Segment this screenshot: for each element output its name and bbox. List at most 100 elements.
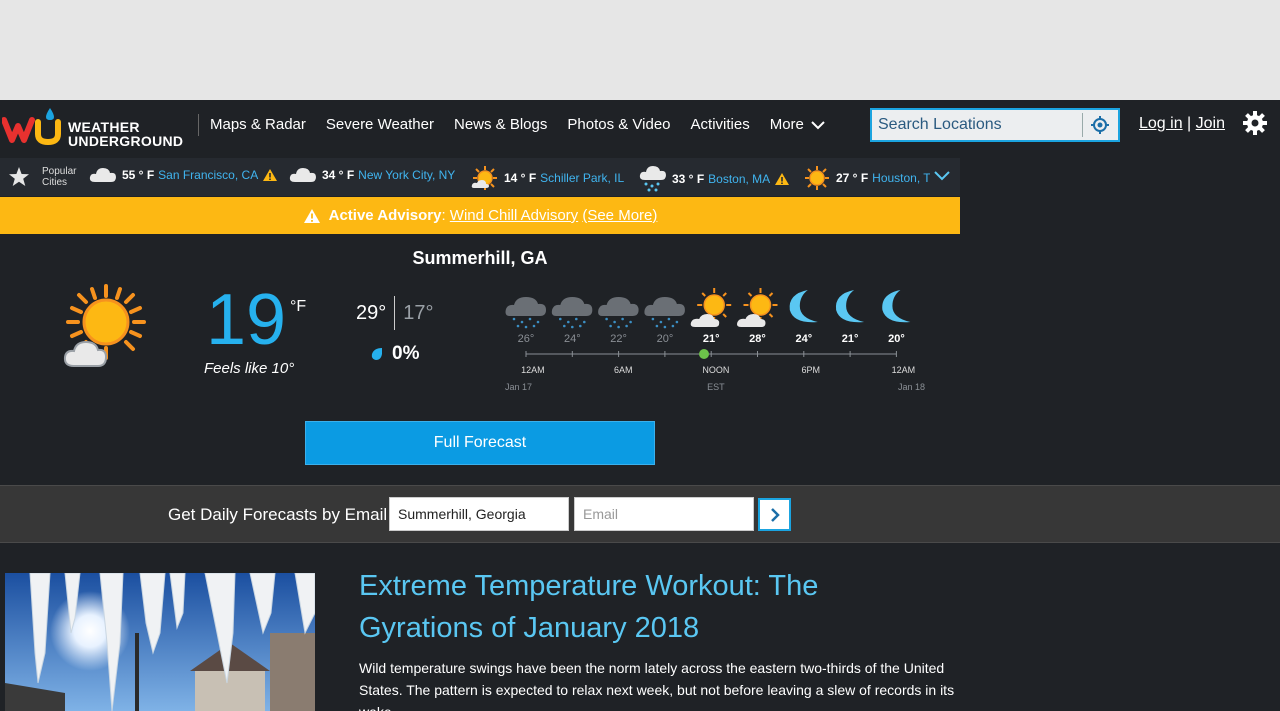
city-item[interactable]: 14 ° F Schiller Park, IL [470,165,624,191]
warning-icon [303,208,320,223]
wind-chill-advisory-link[interactable]: Wind Chill Advisory [450,207,578,224]
city-temp: 55 ° F [122,168,155,182]
wu-logo-text: WEATHER UNDERGROUND [68,120,183,148]
end-date-label: Jan 18 [898,382,925,392]
nav-more[interactable]: More [770,116,826,133]
snow-icon [639,166,666,192]
snow-icon [505,297,546,329]
email-submit-button[interactable] [758,498,791,531]
article-body: Wild temperature swings have been the no… [359,660,955,711]
cloudy-icon [289,168,316,182]
star-icon[interactable] [8,166,30,188]
hourly-temp: 26° [518,333,535,345]
hourly-temp: 21° [842,333,859,345]
chevron-down-icon [811,120,825,129]
partly-sunny-icon [690,288,732,327]
locate-icon[interactable] [1083,110,1117,140]
email-forecast-label: Get Daily Forecasts by Email [168,505,388,524]
current-time-marker [699,349,709,359]
wu-logo[interactable]: WEATHER UNDERGROUND [1,106,183,148]
auth-separator: | [1187,115,1192,132]
advisory-label: Active Advisory [328,207,442,224]
search-input[interactable] [872,110,1082,140]
city-name[interactable]: Houston, T [872,171,930,185]
advisory-banner: Active Advisory: Wind Chill Advisory (Se… [0,197,960,234]
city-item[interactable]: 27 ° F Houston, T [802,165,930,191]
wu-logo-icon [1,108,61,146]
hourly-forecast-graphic: 26° 24° 22° 20° 21° 28° 24° 21° 20° 12AM 6AM NOON 6P… [505,288,925,392]
high-low-divider [394,296,396,330]
high-low: 29° 17° [356,296,434,330]
nav-activities[interactable]: Activities [691,116,750,133]
hourly-temp: 24° [564,333,581,345]
city-temp: 34 ° F [322,168,355,182]
partly-cloudy-icon [60,282,152,375]
chevron-right-icon [770,507,780,522]
hourly-time-label: NOON [702,365,729,375]
site-header: WEATHER UNDERGROUND Maps & Radar Severe … [0,100,1280,158]
snow-icon [551,297,593,329]
current-temperature: 19 [206,280,287,360]
snow-icon [644,297,685,329]
snow-icon [598,297,639,329]
city-temp: 27 ° F [836,171,869,185]
feels-like: Feels like 10° [204,360,295,377]
hourly-temp: 20° [888,333,905,345]
city-name[interactable]: Schiller Park, IL [540,171,624,185]
main-nav: Maps & Radar Severe Weather News & Blogs… [210,116,846,133]
start-date-label: Jan 17 [505,382,532,392]
nav-divider [198,114,199,136]
popular-cities-bar: Popular Cities 55 ° F San Francisco, CA … [0,158,960,196]
auth-links: Log in | Join [1139,115,1225,133]
nav-news-blogs[interactable]: News & Blogs [454,116,547,133]
nav-severe-weather[interactable]: Severe Weather [326,116,434,133]
article-title[interactable]: Extreme Temperature Workout: The Gyratio… [359,565,919,649]
warning-icon [775,173,790,185]
email-location-field[interactable] [389,497,569,531]
email-forecast-bar: Get Daily Forecasts by Email [0,485,1280,543]
email-field[interactable] [574,497,754,531]
city-temp: 14 ° F [504,171,537,185]
login-link[interactable]: Log in [1139,115,1183,132]
high-temp: 29° [356,301,387,324]
gear-icon[interactable] [1242,110,1268,136]
nav-more-label: More [769,116,804,133]
timezone-label: EST [707,382,725,392]
nav-photos-video[interactable]: Photos & Video [567,116,670,133]
partly-sunny-icon [737,288,778,327]
city-name[interactable]: Boston, MA [708,172,770,186]
article-image[interactable] [5,573,315,711]
hourly-time-label: 6PM [801,365,820,375]
warning-icon [263,169,278,181]
see-more-link[interactable]: (See More) [582,207,657,224]
moon-icon [835,290,865,323]
popular-cities-list: Popular Cities 55 ° F San Francisco, CA … [0,158,930,196]
city-item[interactable]: 33 ° F Boston, MA [638,165,790,193]
city-name[interactable]: San Francisco, CA [158,168,258,182]
hourly-temp: 24° [795,333,812,345]
temperature-unit: °F [290,298,307,315]
nav-maps-radar[interactable]: Maps & Radar [210,116,306,133]
hourly-time-label: 12AM [892,365,916,375]
browser-blank-area [0,0,1280,100]
popular-cities-label: Popular Cities [42,166,76,188]
hourly-temp: 22° [610,333,627,345]
partly-sunny-icon [471,166,497,190]
full-forecast-button[interactable]: Full Forecast [305,421,655,465]
advisory-colon: : [441,207,446,224]
city-temp: 33 ° F [672,172,705,186]
hourly-temp: 21° [703,333,720,345]
moon-icon [789,290,818,323]
city-name[interactable]: New York City, NY [358,168,455,182]
hourly-forecast[interactable]: 26° 24° 22° 20° 21° 28° 24° 21° 20° 12AM 6AM NOON 6P… [500,282,940,402]
precipitation: 0% [370,343,419,365]
chevron-down-icon[interactable] [933,170,951,182]
city-item[interactable]: 55 ° F San Francisco, CA [88,165,278,185]
city-item[interactable]: 34 ° F New York City, NY [288,165,455,185]
popular-label-line-1: Popular [42,166,77,177]
join-link[interactable]: Join [1196,115,1225,132]
low-temp: 17° [403,301,434,324]
logo-line-2: UNDERGROUND [68,133,184,149]
cloudy-icon [89,168,116,182]
location-title: Summerhill, GA [412,248,548,268]
